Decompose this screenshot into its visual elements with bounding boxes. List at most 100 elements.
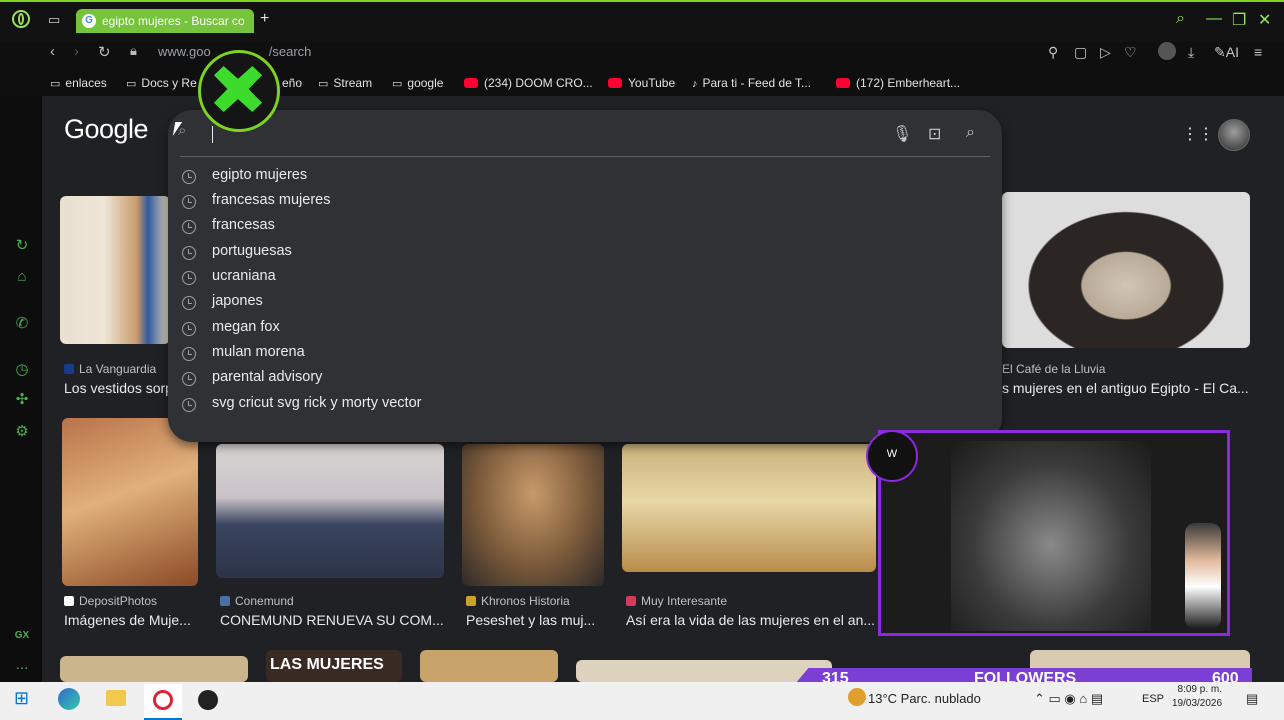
result-image-10[interactable] xyxy=(576,660,832,682)
play-icon[interactable]: ▷ xyxy=(1100,44,1111,61)
history-icon[interactable]: ◷ xyxy=(12,360,32,380)
file-explorer-icon[interactable] xyxy=(106,690,126,706)
tab-active[interactable]: G egipto mujeres - Buscar co xyxy=(76,9,254,33)
close-icon[interactable]: ✕ xyxy=(1258,10,1271,30)
history-clock-icon xyxy=(182,398,196,412)
result-title-5[interactable]: Peseshet y las muj... xyxy=(466,612,606,628)
result-source-1[interactable]: La Vanguardia xyxy=(64,362,156,376)
ai-button[interactable]: ✎AI xyxy=(1214,44,1239,61)
result-image-8[interactable]: LAS MUJERES xyxy=(266,650,402,682)
suggestion-text: francesas xyxy=(212,217,275,233)
tray-icons[interactable]: ⌃ ▭ ◉ ⌂ ▤ xyxy=(1034,691,1103,707)
result-image-9[interactable] xyxy=(420,650,558,682)
opera-gx-logo-icon[interactable] xyxy=(12,10,30,28)
pin-icon[interactable]: ⚲ xyxy=(1048,44,1058,61)
result-source-6[interactable]: Muy Interesante xyxy=(626,594,727,608)
suggestion-item[interactable]: ucraniana xyxy=(182,268,982,293)
source-label: Khronos Historia xyxy=(481,594,570,608)
download-icon[interactable]: ⤓ xyxy=(1188,44,1194,61)
language-indicator[interactable]: ESP xyxy=(1142,693,1164,705)
source-favicon-icon xyxy=(466,596,476,606)
result-title-1[interactable]: Los vestidos sorp xyxy=(64,380,168,396)
maximize-icon[interactable]: ❐ xyxy=(1232,10,1246,30)
suggestion-text: svg cricut svg rick y morty vector xyxy=(212,395,422,411)
windows-taskbar: ⊞ 13°C Parc. nublado ⌃ ▭ ◉ ⌂ ▤ ESP 8:09 … xyxy=(0,682,1284,720)
gx-control-icon[interactable]: ↻ xyxy=(12,236,32,256)
bookmark-stream[interactable]: ▭ Stream xyxy=(318,76,372,90)
search-icon[interactable]: ⌕ xyxy=(1176,10,1185,28)
suggestion-text: parental advisory xyxy=(212,369,323,385)
bookmark-eno[interactable]: eño xyxy=(282,76,302,90)
result-image-5[interactable] xyxy=(462,444,604,586)
suggestion-item[interactable]: egipto mujeres xyxy=(182,167,982,192)
result-image-1[interactable] xyxy=(60,196,170,344)
bookmark-emberheart[interactable]: (172) Emberheart... xyxy=(836,76,960,90)
lens-icon[interactable]: ⊡ xyxy=(928,124,941,144)
bookmark-enlaces[interactable]: ▭ enlaces xyxy=(50,76,107,90)
suggestion-item[interactable]: francesas xyxy=(182,217,982,242)
result-title-4[interactable]: CONEMUND RENUEVA SU COM... xyxy=(220,612,446,628)
bookmark-youtube[interactable]: YouTube xyxy=(608,76,675,90)
notifications-icon[interactable]: ▤ xyxy=(1246,691,1258,707)
bookmark-label: (234) DOOM CRO... xyxy=(484,76,593,90)
result-title-6[interactable]: Así era la vida de las mujeres en el an.… xyxy=(626,612,874,628)
result-image-2[interactable] xyxy=(1002,192,1250,348)
result-title-2[interactable]: s mujeres en el antiguo Egipto - El Ca..… xyxy=(1002,380,1248,396)
search-input-caret[interactable] xyxy=(212,126,213,143)
gx-cleaner-icon[interactable]: ⌂ xyxy=(12,268,32,288)
suggestion-item[interactable]: svg cricut svg rick y morty vector xyxy=(182,395,982,420)
suggestion-item[interactable]: francesas mujeres xyxy=(182,192,982,217)
opera-taskbar-button[interactable] xyxy=(144,684,182,720)
search-submit-icon[interactable]: ⌕ xyxy=(966,124,975,142)
tab-menu-icon[interactable]: ▭ xyxy=(48,12,66,27)
account-avatar[interactable] xyxy=(1218,119,1250,151)
result-image-4[interactable] xyxy=(216,444,444,578)
result-image-6[interactable] xyxy=(622,444,876,572)
google-logo[interactable]: Google xyxy=(64,114,149,145)
bookmark-label: YouTube xyxy=(628,76,676,90)
new-tab-button[interactable]: + xyxy=(260,10,269,28)
settings-icon[interactable]: ⚙ xyxy=(12,422,32,442)
heart-icon[interactable]: ♡ xyxy=(1124,44,1137,61)
bookmark-docs[interactable]: ▭ Docs y Re xyxy=(126,76,197,90)
clock[interactable]: 8:09 p. m. 19/03/2026 xyxy=(1172,684,1222,709)
suggestion-item[interactable]: japones xyxy=(182,293,982,318)
forward-icon[interactable]: › xyxy=(74,43,79,60)
suggestion-item[interactable]: parental advisory xyxy=(182,369,982,394)
windows-start-icon[interactable]: ⊞ xyxy=(14,688,29,709)
suggestion-item[interactable]: megan fox xyxy=(182,319,982,344)
extensions-icon[interactable]: ✣ xyxy=(12,390,32,410)
result-source-4[interactable]: Conemund xyxy=(220,594,294,608)
clock-date: 19/03/2026 xyxy=(1172,698,1223,709)
microphone-icon[interactable]: 🎙︎ xyxy=(892,124,912,144)
bookmark-doom[interactable]: (234) DOOM CRO... xyxy=(464,76,593,90)
bookmark-google[interactable]: ▭ google xyxy=(392,76,443,90)
minimize-icon[interactable]: — xyxy=(1206,10,1222,28)
result-source-2[interactable]: El Café de la Lluvia xyxy=(1002,362,1105,376)
suggestion-text: mulan morena xyxy=(212,344,305,360)
whatsapp-icon[interactable]: ✆ xyxy=(12,314,32,334)
reload-icon[interactable]: ↻ xyxy=(98,43,111,61)
result-image-3[interactable] xyxy=(62,418,198,586)
suggestion-item[interactable]: mulan morena xyxy=(182,344,982,369)
back-icon[interactable]: ‹ xyxy=(50,43,55,60)
weather-icon[interactable] xyxy=(848,688,866,706)
suggestion-text: megan fox xyxy=(212,319,280,335)
history-clock-icon xyxy=(182,347,196,361)
edge-icon[interactable] xyxy=(58,688,80,710)
result-image-7[interactable] xyxy=(60,656,248,682)
result-source-5[interactable]: Khronos Historia xyxy=(466,594,570,608)
result-title-3[interactable]: Imágenes de Muje... xyxy=(64,612,200,628)
snapshot-icon[interactable]: ▢ xyxy=(1074,44,1087,61)
streamer-video xyxy=(951,441,1151,631)
bookmark-tiktok[interactable]: ♪ Para ti - Feed de T... xyxy=(692,76,811,90)
app-icon[interactable] xyxy=(198,690,218,710)
folder-icon: ▭ xyxy=(126,78,137,90)
more-icon[interactable]: ... xyxy=(12,656,32,676)
result-source-3[interactable]: DepositPhotos xyxy=(64,594,157,608)
weather-text[interactable]: 13°C Parc. nublado xyxy=(868,691,981,706)
extension-icon[interactable] xyxy=(1158,42,1176,60)
suggestion-item[interactable]: portuguesas xyxy=(182,243,982,268)
menu-icon[interactable]: ≡ xyxy=(1254,44,1262,60)
history-clock-icon xyxy=(182,170,196,184)
